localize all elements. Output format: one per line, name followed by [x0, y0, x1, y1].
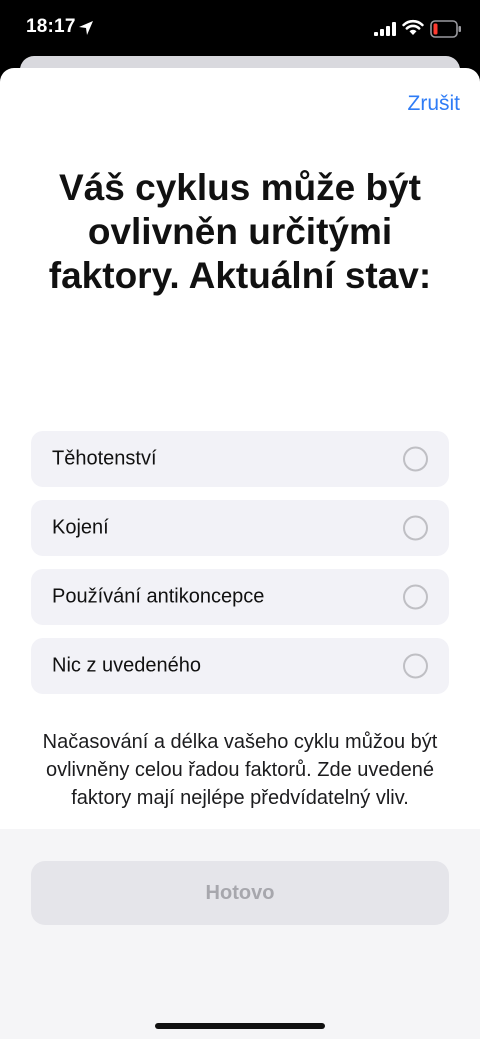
- option-label: Nic z uvedeného: [52, 654, 201, 677]
- option-none[interactable]: Nic z uvedeného: [31, 638, 449, 694]
- cancel-button[interactable]: Zrušit: [408, 92, 461, 116]
- option-pregnancy[interactable]: Těhotenství: [31, 431, 449, 487]
- option-breastfeeding[interactable]: Kojení: [31, 500, 449, 556]
- home-indicator: [155, 1023, 325, 1029]
- radio-circle-icon[interactable]: [403, 446, 428, 472]
- option-label: Používání antikoncepce: [52, 585, 265, 608]
- options-list: Těhotenství Kojení Používání antikoncepc…: [31, 431, 449, 707]
- page-title: Váš cyklus může být ovlivněn určitými fa…: [48, 167, 432, 296]
- option-contraception[interactable]: Používání antikoncepce: [31, 569, 449, 625]
- option-label: Těhotenství: [52, 447, 157, 470]
- wifi-icon: [402, 19, 424, 35]
- radio-circle-icon[interactable]: [403, 653, 428, 679]
- location-arrow-icon: [79, 21, 93, 35]
- modal-sheet: Zrušit Váš cyklus může být ovlivněn urči…: [0, 68, 480, 1039]
- status-bar: 18:17: [0, 0, 480, 60]
- description-text: Načasování a délka vašeho cyklu můžou bý…: [42, 731, 438, 809]
- radio-circle-icon[interactable]: [403, 584, 428, 610]
- battery-low-icon: [430, 20, 461, 38]
- status-time: 18:17: [26, 16, 76, 37]
- radio-circle-icon[interactable]: [403, 515, 428, 541]
- done-button[interactable]: Hotovo: [31, 861, 449, 925]
- option-label: Kojení: [52, 516, 109, 539]
- bottom-panel: Hotovo: [0, 829, 480, 1039]
- cellular-signal-icon: [374, 22, 396, 36]
